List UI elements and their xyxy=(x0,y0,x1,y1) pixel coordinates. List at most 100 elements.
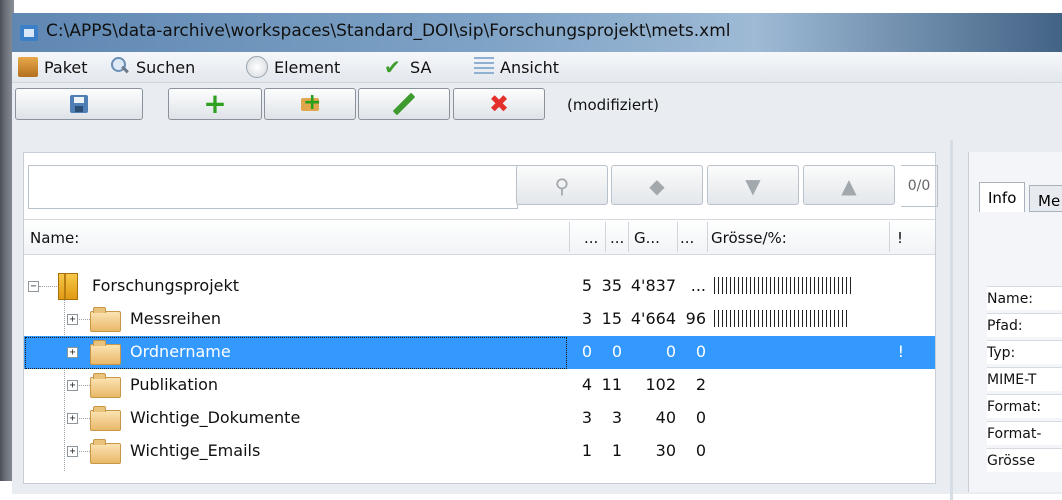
info-label-name: Name: xyxy=(987,286,1062,310)
cell-c4: 96 xyxy=(685,309,706,328)
tab-info[interactable]: Info xyxy=(979,182,1026,212)
splitter[interactable] xyxy=(950,140,953,500)
size-bar xyxy=(714,277,854,294)
green-plus-icon: + xyxy=(203,87,227,120)
cell-c2: 35 xyxy=(601,276,622,295)
list-view-icon xyxy=(474,57,494,77)
row-name: Forschungsprojekt xyxy=(92,276,240,295)
header-size[interactable]: Grösse/%: xyxy=(711,229,787,247)
column-divider[interactable] xyxy=(707,222,708,252)
match-count: 0/0 xyxy=(901,165,938,207)
header-col3[interactable]: G... xyxy=(634,229,660,247)
cell-c3: 4'664 xyxy=(630,309,676,328)
header-col4[interactable]: ... xyxy=(680,229,694,247)
cell-c3: 102 xyxy=(645,375,676,394)
row-name: Ordnername xyxy=(130,342,231,361)
app-icon xyxy=(20,25,38,41)
package-icon xyxy=(58,273,78,300)
cell-c3: 4'837 xyxy=(630,276,676,295)
add-multiple-icon xyxy=(299,90,321,115)
menu-element-label: Element xyxy=(274,57,341,77)
header-col2[interactable]: ... xyxy=(610,229,624,247)
previous-button[interactable]: ▲ xyxy=(803,165,895,205)
menu-sa[interactable]: ✔ SA xyxy=(384,55,431,79)
title-bar[interactable]: C:\APPS\data-archive\workspaces\Standard… xyxy=(12,13,1062,52)
cell-c4: ... xyxy=(690,276,706,295)
folder-icon xyxy=(90,373,121,398)
column-divider[interactable] xyxy=(605,222,606,252)
column-divider[interactable] xyxy=(889,222,890,252)
menu-sa-label: SA xyxy=(410,57,432,77)
menu-suchen-label: Suchen xyxy=(136,57,196,77)
cell-c1: 4 xyxy=(581,375,592,394)
collapse-toggle[interactable]: − xyxy=(28,281,39,292)
expand-toggle[interactable]: + xyxy=(67,380,78,391)
delete-button[interactable]: ✖ xyxy=(453,88,545,120)
tree-row-selected[interactable]: + Ordnername 0 0 0 0 ! xyxy=(24,336,935,369)
cell-c2: 11 xyxy=(601,375,622,394)
cell-c1: 0 xyxy=(581,342,592,361)
tree-row[interactable]: + Publikation 4 11 102 2 xyxy=(24,369,935,402)
expand-toggle[interactable]: + xyxy=(67,314,78,325)
info-label-groesse: Grösse xyxy=(987,448,1062,472)
menu-element[interactable]: Element xyxy=(246,55,340,79)
search-icon: ⚲ xyxy=(554,174,570,198)
floppy-disk-icon xyxy=(70,95,88,113)
info-label-mime: MIME-T xyxy=(987,367,1062,391)
edit-button[interactable] xyxy=(358,88,450,120)
cell-c3: 30 xyxy=(655,441,676,460)
tree-row[interactable]: + Wichtige_Emails 1 1 30 0 xyxy=(24,435,935,468)
search-button[interactable]: ⚲ xyxy=(516,165,608,205)
cell-c2: 0 xyxy=(611,342,622,361)
cell-c4: 0 xyxy=(695,408,706,427)
column-divider[interactable] xyxy=(677,222,678,252)
column-divider[interactable] xyxy=(628,222,629,252)
clear-button[interactable]: ◆ xyxy=(611,165,703,205)
info-label-format-detail: Format- xyxy=(987,421,1062,445)
row-name: Wichtige_Dokumente xyxy=(130,408,301,427)
red-x-icon: ✖ xyxy=(488,90,510,118)
cell-c4: 0 xyxy=(695,342,706,361)
menu-paket-label: Paket xyxy=(44,57,88,77)
menu-paket[interactable]: Paket xyxy=(18,55,88,79)
row-name: Wichtige_Emails xyxy=(130,441,261,460)
menu-suchen[interactable]: Suchen xyxy=(110,55,195,79)
add-button[interactable]: + xyxy=(168,88,262,120)
tree-row[interactable]: + Wichtige_Dokumente 3 3 40 0 xyxy=(24,402,935,435)
expand-toggle[interactable]: + xyxy=(67,347,78,358)
column-divider[interactable] xyxy=(569,222,570,252)
header-col1[interactable]: ... xyxy=(584,229,598,247)
expand-toggle[interactable]: + xyxy=(67,413,78,424)
tree-row[interactable]: − Forschungsprojekt 5 35 4'837 ... xyxy=(24,270,935,303)
down-arrow-icon: ▼ xyxy=(745,174,761,198)
header-name[interactable]: Name: xyxy=(30,229,79,247)
search-input[interactable] xyxy=(28,165,518,209)
folder-icon xyxy=(90,340,121,365)
modified-status: (modifiziert) xyxy=(567,96,659,114)
cell-c3: 40 xyxy=(655,408,676,427)
tree-row[interactable]: + Messreihen 3 15 4'664 96 xyxy=(24,303,935,336)
add-multiple-button[interactable] xyxy=(264,88,356,120)
row-name: Messreihen xyxy=(130,309,221,328)
window-title: C:\APPS\data-archive\workspaces\Standard… xyxy=(46,21,731,41)
row-name: Publikation xyxy=(130,375,218,394)
cell-c1: 3 xyxy=(581,408,592,427)
header-flag[interactable]: ! xyxy=(897,229,903,247)
cell-c1: 5 xyxy=(581,276,592,295)
table-header: Name: ... ... G... ... Grösse/%: ! xyxy=(24,219,935,255)
pencil-icon xyxy=(392,92,416,116)
folder-icon xyxy=(90,439,121,464)
tab-me[interactable]: Me xyxy=(1029,185,1062,212)
toolbar: + ✖ (modifiziert) xyxy=(12,83,1062,123)
next-button[interactable]: ▼ xyxy=(707,165,799,205)
element-circle-icon xyxy=(246,56,268,78)
cell-c4: 2 xyxy=(695,375,706,394)
cell-c2: 1 xyxy=(611,441,622,460)
cell-c4: 0 xyxy=(695,441,706,460)
expand-toggle[interactable]: + xyxy=(67,446,78,457)
cell-c1: 3 xyxy=(581,309,592,328)
menu-ansicht[interactable]: Ansicht xyxy=(474,55,559,79)
save-button[interactable] xyxy=(15,88,143,120)
cell-c2: 3 xyxy=(611,408,622,427)
folder-icon xyxy=(90,406,121,431)
